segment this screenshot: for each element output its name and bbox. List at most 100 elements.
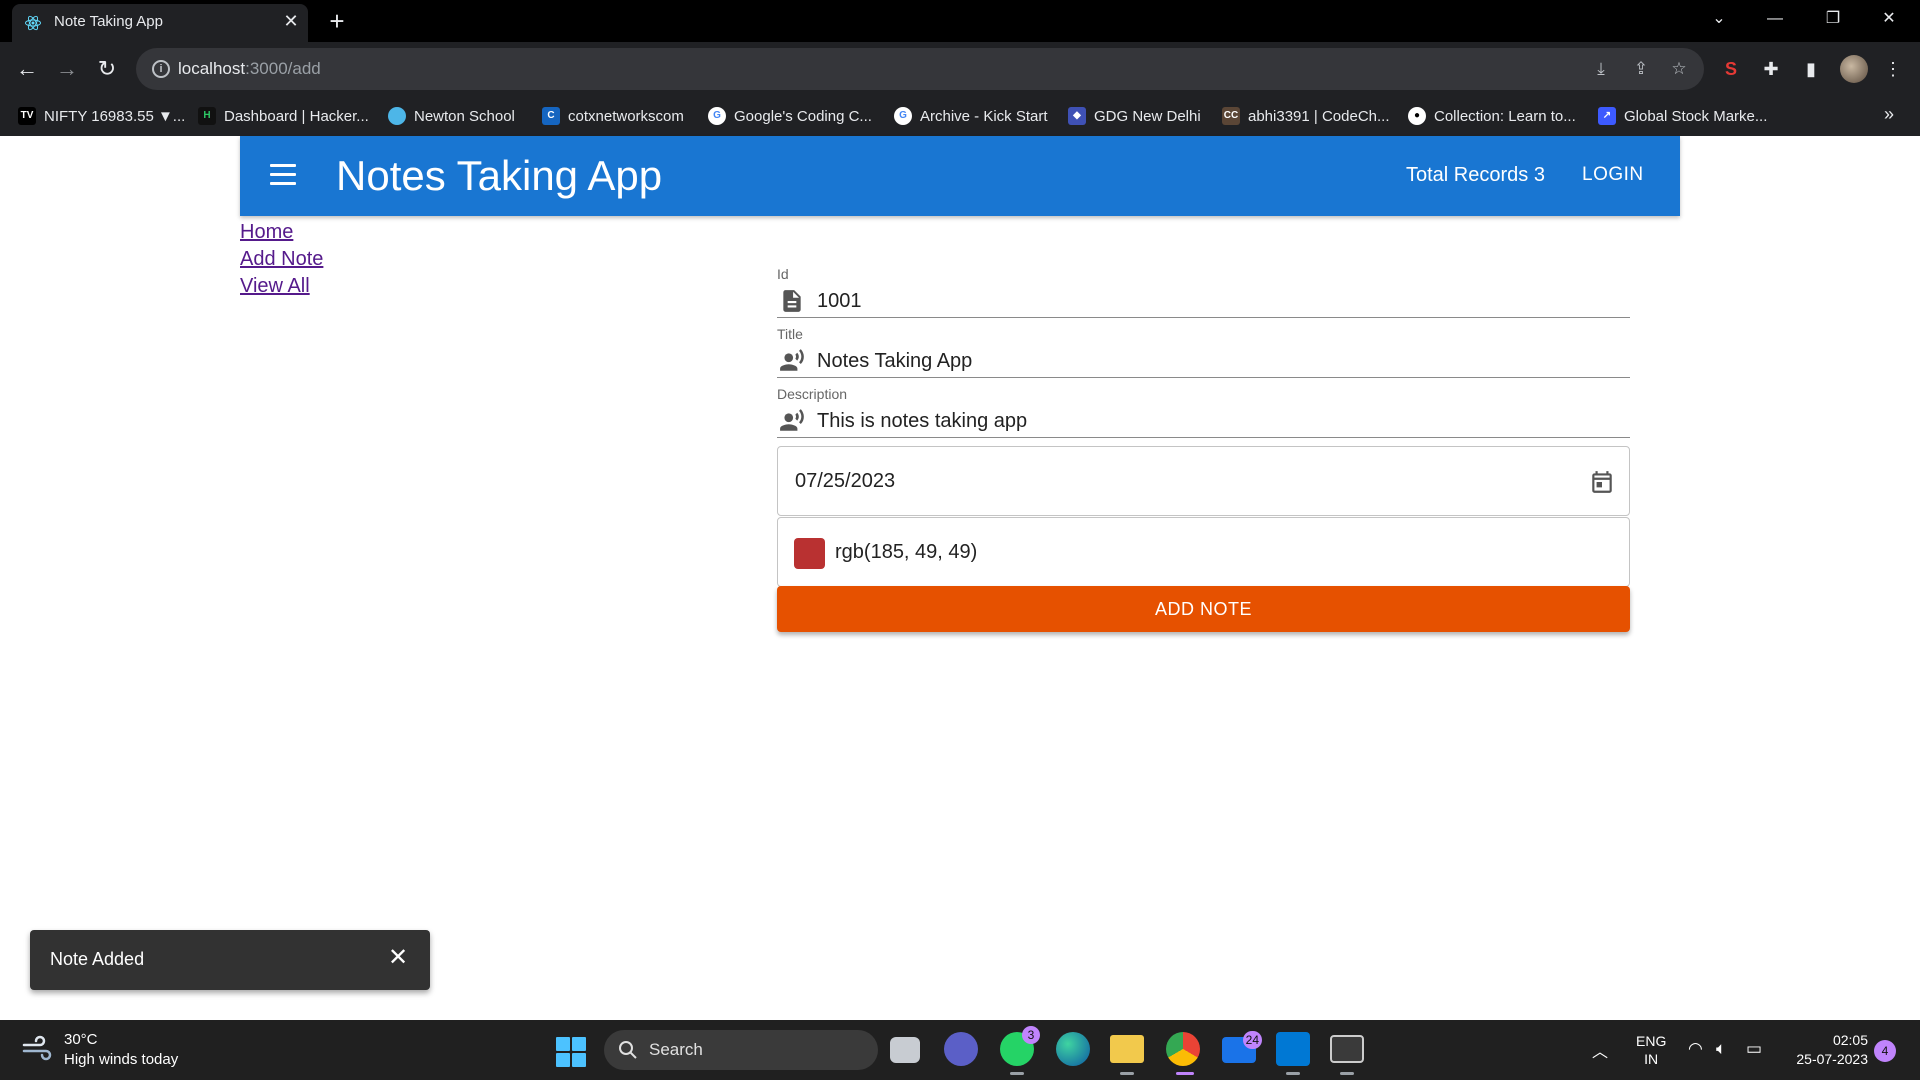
app-open-indicator bbox=[1286, 1072, 1300, 1075]
vscode-icon[interactable] bbox=[1276, 1032, 1310, 1066]
wifi-icon[interactable]: ◠ bbox=[1688, 1039, 1703, 1059]
app-bar: Notes Taking App Total Records 3 LOGIN bbox=[240, 136, 1680, 216]
restore-icon[interactable]: ❐ bbox=[1810, 0, 1856, 40]
id-value: 1001 bbox=[817, 290, 862, 312]
install-icon[interactable]: ⤓ bbox=[1590, 58, 1612, 80]
reload-icon[interactable]: ↻ bbox=[90, 52, 124, 86]
document-icon bbox=[783, 290, 801, 312]
tab-search-icon[interactable]: ⌄ bbox=[1696, 0, 1742, 40]
bookmark-item[interactable]: TV NIFTY 16983.55 ▼... bbox=[18, 106, 185, 126]
gdg-icon: ◆ bbox=[1068, 107, 1086, 125]
url-text[interactable]: localhost:3000/add bbox=[178, 59, 321, 79]
notification-badge[interactable]: 4 bbox=[1874, 1040, 1896, 1062]
language-code: ENG bbox=[1636, 1033, 1667, 1049]
more-bookmarks-icon[interactable]: » bbox=[1884, 104, 1894, 125]
language-indicator[interactable]: ENG IN bbox=[1636, 1032, 1666, 1068]
close-icon[interactable]: ✕ bbox=[384, 944, 412, 972]
minimize-icon[interactable]: — bbox=[1752, 0, 1798, 40]
extension-s-icon[interactable]: S bbox=[1718, 56, 1744, 82]
react-icon bbox=[25, 15, 41, 31]
bookmark-item[interactable]: ↗ Global Stock Marke... bbox=[1598, 106, 1767, 126]
nav-link-add-note[interactable]: Add Note bbox=[240, 246, 323, 273]
clock[interactable]: 02:05 25-07-2023 bbox=[1788, 1031, 1868, 1069]
wind-weather-icon[interactable] bbox=[22, 1035, 54, 1063]
tab-title: Note Taking App bbox=[54, 13, 163, 30]
battery-icon[interactable]: ▭ bbox=[1746, 1039, 1762, 1059]
bookmark-item[interactable]: G Google's Coding C... bbox=[708, 106, 872, 126]
windows-start-icon[interactable] bbox=[556, 1037, 586, 1067]
id-field[interactable]: 1001 bbox=[777, 284, 1630, 318]
browser-toolbar: ← → ↻ i localhost:3000/add ⤓ ⇪ ☆ S ✚ ▮ ⋮ bbox=[0, 42, 1920, 96]
extensions-puzzle-icon[interactable]: ✚ bbox=[1758, 56, 1784, 82]
nav-link-view-all[interactable]: View All bbox=[240, 273, 323, 300]
app-open-indicator bbox=[1340, 1072, 1354, 1075]
file-explorer-icon[interactable] bbox=[1110, 1035, 1144, 1063]
whatsapp-icon[interactable]: 3 bbox=[1000, 1026, 1040, 1066]
chrome-icon[interactable] bbox=[1166, 1032, 1200, 1066]
avatar[interactable] bbox=[1840, 55, 1868, 83]
search-label: Search bbox=[649, 1040, 703, 1059]
github-icon: ● bbox=[1408, 107, 1426, 125]
color-swatch[interactable] bbox=[794, 538, 825, 569]
google-icon: G bbox=[894, 107, 912, 125]
task-view-icon[interactable] bbox=[890, 1037, 920, 1063]
snackbar: Note Added ✕ bbox=[30, 930, 430, 990]
taskbar-search[interactable]: Search bbox=[604, 1030, 878, 1070]
bookmark-star-icon[interactable]: ☆ bbox=[1668, 58, 1690, 80]
bookmarks-bar: TV NIFTY 16983.55 ▼... H Dashboard | Hacke… bbox=[0, 96, 1920, 136]
taskbar: 30°C High winds today Search 3 24 ︿ ENG … bbox=[0, 1020, 1920, 1080]
date-value: 07/25/2023 bbox=[795, 470, 896, 492]
bookmark-item[interactable]: Ccotxnetworkscom bbox=[542, 106, 684, 126]
date-input[interactable]: 07/25/2023 bbox=[777, 446, 1630, 516]
side-nav: Home Add Note View All bbox=[240, 219, 323, 300]
stock-icon: ↗ bbox=[1598, 107, 1616, 125]
bookmark-item[interactable]: CC abhi3391 | CodeCh... bbox=[1222, 106, 1390, 126]
description-label: Description bbox=[777, 386, 848, 402]
codechef-icon: CC bbox=[1222, 107, 1240, 125]
cotx-icon: C bbox=[542, 107, 560, 125]
volume-icon[interactable]: 🔈︎ bbox=[1716, 1039, 1726, 1059]
bookmark-item[interactable]: G Archive - Kick Start bbox=[894, 106, 1048, 126]
share-icon[interactable]: ⇪ bbox=[1630, 58, 1652, 80]
bookmark-item[interactable]: ◆ GDG New Delhi bbox=[1068, 106, 1201, 126]
more-menu-icon[interactable]: ⋮ bbox=[1880, 56, 1906, 82]
title-label: Title bbox=[777, 326, 803, 342]
close-window-icon[interactable]: ✕ bbox=[1866, 0, 1912, 40]
bookmark-item[interactable]: Newton School bbox=[388, 106, 515, 126]
whatsapp-badge: 3 bbox=[1022, 1026, 1040, 1044]
time: 02:05 bbox=[1832, 1032, 1868, 1048]
terminal-icon[interactable] bbox=[1330, 1035, 1364, 1063]
back-icon[interactable]: ← bbox=[10, 52, 44, 86]
browser-tabstrip: Note Taking App ✕ + ⌄ — ❐ ✕ bbox=[0, 0, 1920, 42]
tab-close-icon[interactable]: ✕ bbox=[280, 10, 302, 32]
date: 25-07-2023 bbox=[1796, 1051, 1868, 1067]
teams-chat-icon[interactable] bbox=[944, 1032, 978, 1066]
bookmark-item[interactable]: H Dashboard | Hacker... bbox=[198, 106, 369, 126]
newton-icon bbox=[388, 107, 406, 125]
record-voice-icon bbox=[780, 349, 804, 371]
mail-badge: 24 bbox=[1242, 1031, 1262, 1049]
chevron-up-icon[interactable]: ︿ bbox=[1592, 1038, 1608, 1062]
side-panel-icon[interactable]: ▮ bbox=[1798, 56, 1824, 82]
bookmark-item[interactable]: ● Collection: Learn to... bbox=[1408, 106, 1576, 126]
nav-link-home[interactable]: Home bbox=[240, 219, 323, 246]
tv-icon: TV bbox=[18, 107, 36, 125]
new-tab-button[interactable]: + bbox=[323, 8, 351, 36]
forward-icon[interactable]: → bbox=[50, 52, 84, 86]
browser-tab[interactable]: Note Taking App ✕ bbox=[12, 4, 308, 42]
site-info-icon[interactable]: i bbox=[152, 60, 170, 78]
address-bar[interactable]: i localhost:3000/add ⤓ ⇪ ☆ bbox=[136, 48, 1704, 90]
add-note-button[interactable]: ADD NOTE bbox=[777, 586, 1630, 632]
app-title: Notes Taking App bbox=[336, 152, 663, 199]
mail-icon[interactable]: 24 bbox=[1222, 1031, 1262, 1063]
edge-icon[interactable] bbox=[1056, 1032, 1090, 1066]
title-field[interactable]: Notes Taking App bbox=[777, 344, 1630, 378]
color-input[interactable]: rgb(185, 49, 49) bbox=[777, 517, 1630, 587]
id-label: Id bbox=[777, 266, 789, 282]
description-field[interactable]: This is notes taking app bbox=[777, 404, 1630, 438]
hamburger-menu-icon[interactable] bbox=[270, 164, 296, 186]
calendar-icon[interactable] bbox=[1589, 469, 1615, 495]
app-active-indicator bbox=[1176, 1072, 1194, 1075]
total-records-label: Total Records 3 bbox=[1406, 164, 1545, 186]
login-button[interactable]: LOGIN bbox=[1582, 164, 1644, 186]
